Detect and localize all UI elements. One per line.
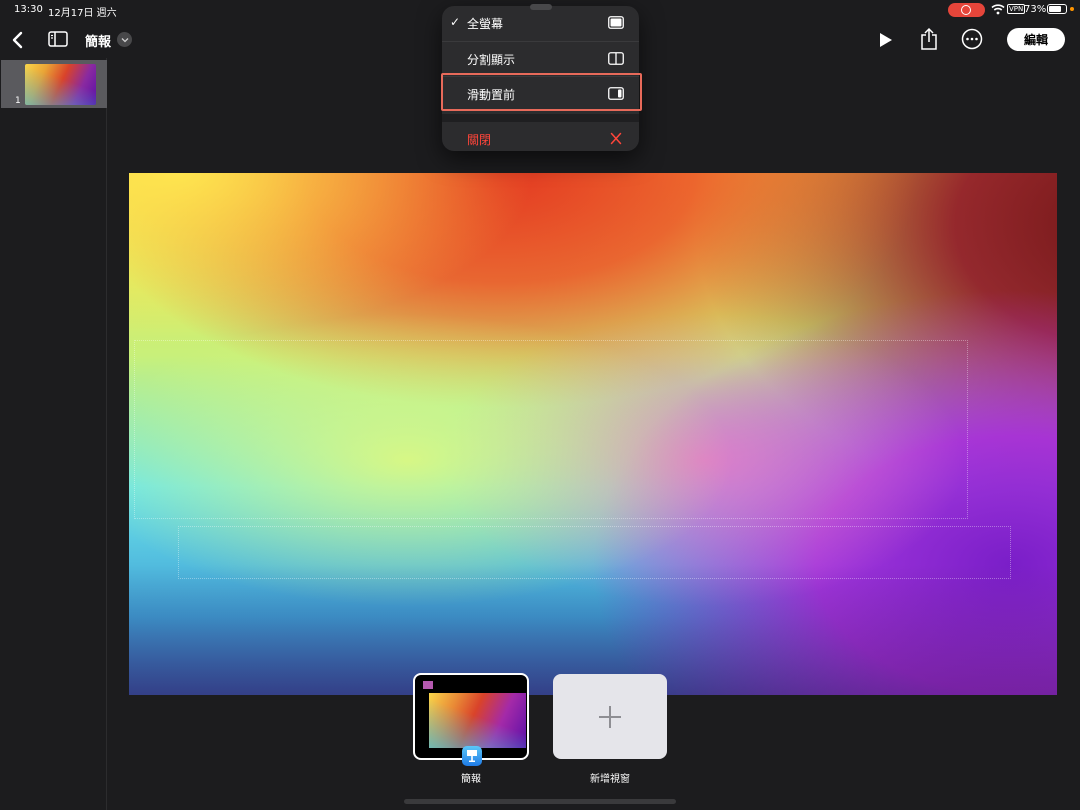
share-icon[interactable] [918, 26, 940, 52]
slide-navigator: 1 [0, 58, 107, 810]
edit-button[interactable]: 編輯 [1007, 28, 1065, 51]
vpn-badge: VPN [1007, 4, 1026, 14]
menu-item-split-view[interactable]: 分割顯示 [442, 41, 639, 75]
mini-toolbar [423, 681, 433, 689]
new-window-button[interactable] [553, 674, 667, 759]
keynote-app-icon [462, 746, 482, 766]
full-screen-icon [608, 16, 624, 29]
slide-thumbnail[interactable]: 1 [1, 60, 107, 108]
document-title[interactable]: 簡報 [85, 31, 111, 50]
highlight-annotation [441, 73, 642, 111]
subtitle-placeholder[interactable] [178, 526, 1011, 579]
shelf-window-label: 簡報 [461, 774, 481, 785]
battery-percent: 73% [1024, 4, 1047, 15]
checkmark-icon: ✓ [450, 15, 461, 29]
mini-slide-preview [429, 693, 526, 748]
chevron-down-icon[interactable] [117, 32, 132, 47]
split-view-icon [608, 52, 624, 65]
keynote-screen: 13:30 12月17日 週六 VPN 73% 簡報 編輯 1 ✓ 全螢幕 分割… [0, 0, 1080, 810]
menu-item-full-screen[interactable]: ✓ 全螢幕 [442, 6, 639, 40]
close-icon [610, 132, 622, 145]
wifi-icon [991, 4, 1005, 15]
status-time: 13:30 [14, 4, 43, 15]
menu-item-label: 關閉 [467, 133, 492, 147]
sidebar-toggle-icon[interactable] [47, 30, 69, 48]
new-window-label: 新增視窗 [590, 774, 630, 785]
more-icon[interactable] [961, 28, 983, 50]
status-date: 12月17日 週六 [48, 8, 117, 19]
screen-recording-icon[interactable] [948, 3, 985, 17]
mic-indicator-icon [1070, 7, 1074, 11]
battery-icon [1047, 4, 1067, 14]
home-indicator[interactable] [404, 799, 676, 804]
title-placeholder[interactable] [134, 340, 968, 519]
menu-divider [442, 114, 639, 122]
menu-item-close[interactable]: 關閉 [442, 122, 639, 151]
slide[interactable] [129, 173, 1057, 695]
play-icon[interactable] [876, 29, 896, 51]
menu-item-label: 全螢幕 [467, 17, 504, 31]
plus-icon [599, 705, 621, 728]
slide-thumbnail-image [25, 64, 96, 105]
slide-number: 1 [15, 96, 21, 106]
menu-item-label: 分割顯示 [467, 53, 516, 67]
back-icon[interactable] [6, 28, 28, 52]
